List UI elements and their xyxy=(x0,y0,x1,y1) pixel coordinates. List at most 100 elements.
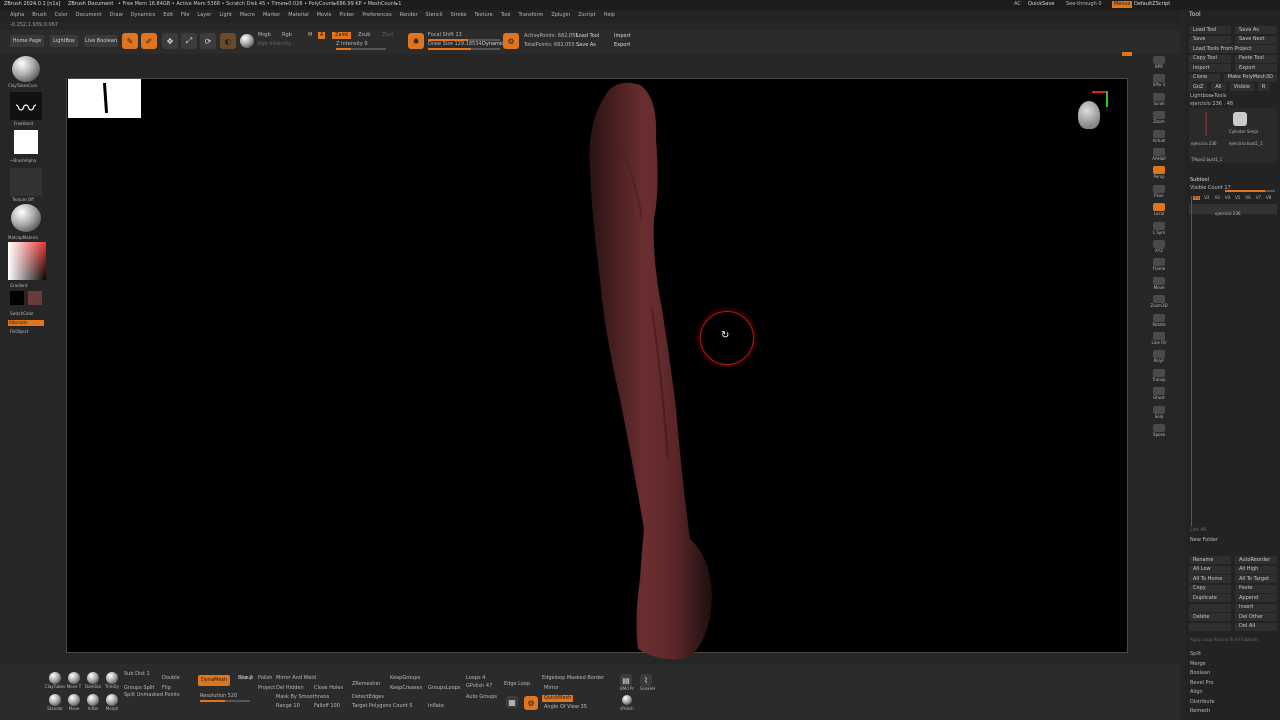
menu-item-material[interactable]: Material xyxy=(288,13,308,18)
brush-slot-morph[interactable]: Morph xyxy=(103,694,121,711)
alpha-thumbnail[interactable] xyxy=(14,130,38,154)
cylinder-thumbnail[interactable] xyxy=(1233,112,1247,126)
spin-icon[interactable]: ⚙ xyxy=(524,696,538,710)
transform-icon[interactable]: ⚙ xyxy=(503,33,519,49)
bevel-icon[interactable]: ▤ xyxy=(620,674,632,686)
head-gizmo-icon[interactable] xyxy=(1078,101,1100,129)
gpolish-slider[interactable]: GPolish 47 xyxy=(466,684,492,689)
action-paste[interactable]: Paste xyxy=(1235,584,1277,593)
zadd-button[interactable]: Zadd xyxy=(332,32,351,39)
zsub-button[interactable]: Zsub xyxy=(358,33,370,38)
right-shelf-button-l-sym[interactable]: L.Sym xyxy=(1149,221,1169,238)
brush-slot-damsta[interactable]: DamSta xyxy=(84,672,102,689)
action-append[interactable]: Append xyxy=(1235,594,1277,602)
list-all-button[interactable]: List All xyxy=(1190,528,1207,533)
subtool-view-v3[interactable]: V3 xyxy=(1214,196,1221,200)
rgb-intensity-slider[interactable]: Rgb Intensity xyxy=(258,42,291,47)
z-intensity-slider[interactable]: Z Intensity 9 xyxy=(336,42,368,47)
load-tool-button[interactable]: Load Tool xyxy=(576,34,599,39)
mirror-weld-button[interactable]: Mirror And Weld xyxy=(276,676,316,681)
right-shelf-button-aahalf[interactable]: AAHalf xyxy=(1149,148,1169,164)
right-shelf-button-zoom3d[interactable]: Zoom3D xyxy=(1149,295,1169,311)
right-shelf-button-frame[interactable]: Frame xyxy=(1149,258,1169,274)
double-button[interactable]: Double xyxy=(162,676,180,681)
right-shelf-button-spix-3[interactable]: SPix 3 xyxy=(1149,74,1169,90)
tool-button-make-polymesh3d[interactable]: Make PolyMesh3D xyxy=(1223,73,1277,82)
tool-button-load-tool[interactable]: Load Tool xyxy=(1189,26,1231,34)
material-thumbnail[interactable] xyxy=(11,204,41,232)
menu-item-brush[interactable]: Brush xyxy=(32,13,46,18)
brush-slot-trimdy[interactable]: TrimDy xyxy=(103,672,121,689)
menu-item-stencil[interactable]: Stencil xyxy=(426,13,443,18)
menu-item-color[interactable]: Color xyxy=(55,13,68,18)
subtool-view-v8[interactable]: V8 xyxy=(1265,196,1272,200)
fill-object-button[interactable]: FillObject xyxy=(10,330,28,334)
draw-size-track[interactable] xyxy=(428,48,500,50)
subtool-item[interactable]: ejercicio 236 xyxy=(1189,204,1277,216)
texture-thumbnail[interactable] xyxy=(10,168,42,196)
mrgb-button[interactable]: Mrgb xyxy=(258,33,271,38)
brush-thumbnail[interactable] xyxy=(12,56,40,82)
save-as-button[interactable]: Save As xyxy=(576,43,596,48)
action-copy[interactable]: Copy xyxy=(1189,584,1231,593)
zcut-button[interactable]: Zcut xyxy=(382,33,393,38)
right-shelf-button-move[interactable]: Move xyxy=(1149,276,1169,293)
m-button[interactable]: M xyxy=(308,33,312,38)
menu-item-picker[interactable]: Picker xyxy=(339,13,354,18)
home-page-button[interactable]: Home Page xyxy=(10,35,44,47)
close-holes-button[interactable]: Close Holes xyxy=(314,686,343,691)
menu-item-alpha[interactable]: Alpha xyxy=(10,13,24,18)
subtool-view-v4[interactable]: V4 xyxy=(1224,196,1231,200)
action-rename[interactable]: Rename xyxy=(1189,556,1231,564)
subtool-view-v2[interactable]: V2 xyxy=(1203,196,1210,200)
loops-slider[interactable]: Loops 4 xyxy=(466,676,485,681)
primary-color-swatch[interactable] xyxy=(10,291,24,305)
menu-item-stroke[interactable]: Stroke xyxy=(450,13,466,18)
right-shelf-button-bpr[interactable]: BPR xyxy=(1149,56,1169,72)
resolution-slider[interactable]: Resolution 520 xyxy=(200,694,237,699)
split-unmasked-button[interactable]: Split Unmasked Points xyxy=(124,693,180,698)
edge-loop-button[interactable]: Edge Loop xyxy=(504,682,530,687)
a-button[interactable]: A xyxy=(318,32,326,39)
action-insert[interactable]: Insert xyxy=(1235,603,1277,612)
resolution-track[interactable] xyxy=(200,700,250,702)
mesh-icon[interactable]: ▦ xyxy=(506,696,518,708)
menu-item-marker[interactable]: Marker xyxy=(263,13,280,18)
subtool-view-v6[interactable]: V6 xyxy=(1244,196,1251,200)
menu-item-dynamics[interactable]: Dynamics xyxy=(131,13,156,18)
quicksave-button[interactable]: QuickSave xyxy=(1028,2,1054,7)
menu-item-draw[interactable]: Draw xyxy=(110,13,123,18)
action-all-high[interactable]: All High xyxy=(1235,565,1277,574)
canvas-viewport[interactable]: ↻ xyxy=(66,78,1128,660)
stroke-icon[interactable]: ✺ xyxy=(408,33,424,49)
tool-button-goz[interactable]: GoZ xyxy=(1189,83,1208,91)
dynamic-button[interactable]: Dynamic xyxy=(482,42,504,47)
action-del-all[interactable]: Del All xyxy=(1235,622,1277,631)
right-shelf-button-persp[interactable]: Persp xyxy=(1149,166,1169,182)
keep-creases-button[interactable]: KeepCreases xyxy=(390,686,422,691)
right-shelf-button-line-fill[interactable]: Line Fill xyxy=(1149,332,1169,348)
alternate-button[interactable]: Alternate xyxy=(8,320,44,326)
stroke-icon[interactable]: 〰 xyxy=(10,92,42,120)
action-delete[interactable]: Delete xyxy=(1189,613,1231,621)
new-folder-button[interactable]: New Folder xyxy=(1190,538,1218,543)
menu-item-texture[interactable]: Texture xyxy=(474,13,492,18)
tool-button-save-next[interactable]: Save Next xyxy=(1235,35,1277,44)
right-shelf-button-solo[interactable]: Solo xyxy=(1149,405,1169,422)
seethrough-slider[interactable]: See-through 0 xyxy=(1066,2,1102,7)
action-del-other[interactable]: Del Other xyxy=(1235,613,1277,621)
arm-thumbnail[interactable] xyxy=(1205,112,1207,136)
right-shelf-button-rotate[interactable]: Rotate xyxy=(1149,313,1169,330)
range-slider[interactable]: Range 10 xyxy=(276,704,300,709)
navigation-gizmo[interactable] xyxy=(1074,89,1108,141)
tool-button-save[interactable]: Save xyxy=(1189,35,1231,44)
tool-thumbnails[interactable]: ejercicio 236 Cylinder Simpl ejercicio b… xyxy=(1189,108,1277,163)
live-boolean-button[interactable]: Live Boolean xyxy=(84,35,118,47)
angle-of-view-slider[interactable]: Angle Of View 35 xyxy=(544,705,587,710)
tool-button-all[interactable]: All xyxy=(1211,83,1226,91)
focal-shift-slider[interactable]: Focal Shift 13 xyxy=(428,33,462,38)
right-shelf-button-transp[interactable]: Transp xyxy=(1149,368,1169,385)
groups-loops-button[interactable]: GroupsLoops xyxy=(428,686,460,691)
menu-item-zscript[interactable]: Zscript xyxy=(578,13,595,18)
z-intensity-track[interactable] xyxy=(336,48,386,50)
